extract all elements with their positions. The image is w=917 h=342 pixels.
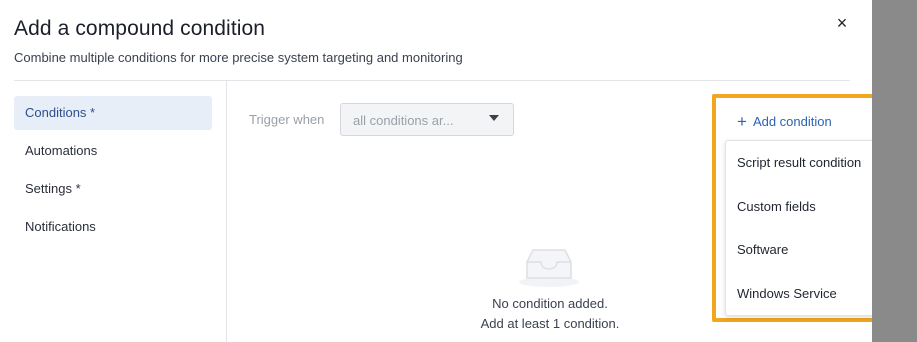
trigger-when-label: Trigger when xyxy=(249,112,325,127)
empty-inbox-icon xyxy=(519,249,579,287)
caret-down-icon xyxy=(489,115,499,121)
trigger-select-value: all conditions ar... xyxy=(353,113,454,128)
sidebar-item-notifications[interactable]: Notifications xyxy=(14,210,212,244)
header-divider xyxy=(14,80,850,81)
sidebar-item-settings[interactable]: Settings * xyxy=(14,172,212,206)
dialog-subtitle: Combine multiple conditions for more pre… xyxy=(14,50,463,65)
trigger-select[interactable]: all conditions ar... xyxy=(340,103,514,136)
sidebar-item-conditions[interactable]: Conditions * xyxy=(14,96,212,130)
plus-icon: + xyxy=(737,111,747,131)
empty-state-title: No condition added. xyxy=(492,296,608,311)
sidebar-divider xyxy=(226,81,227,342)
sidebar-item-automations[interactable]: Automations xyxy=(14,134,212,168)
compound-condition-dialog: Add a compound condition Combine multipl… xyxy=(0,0,915,342)
background-overlay xyxy=(872,0,917,342)
sidebar-nav: Conditions * Automations Settings * Noti… xyxy=(14,96,212,248)
dialog-title: Add a compound condition xyxy=(14,17,266,40)
empty-state-hint: Add at least 1 condition. xyxy=(480,316,620,331)
add-condition-label: Add condition xyxy=(752,113,832,129)
close-icon[interactable]: × xyxy=(832,13,852,33)
add-condition-button[interactable]: + Add condition xyxy=(737,111,832,131)
